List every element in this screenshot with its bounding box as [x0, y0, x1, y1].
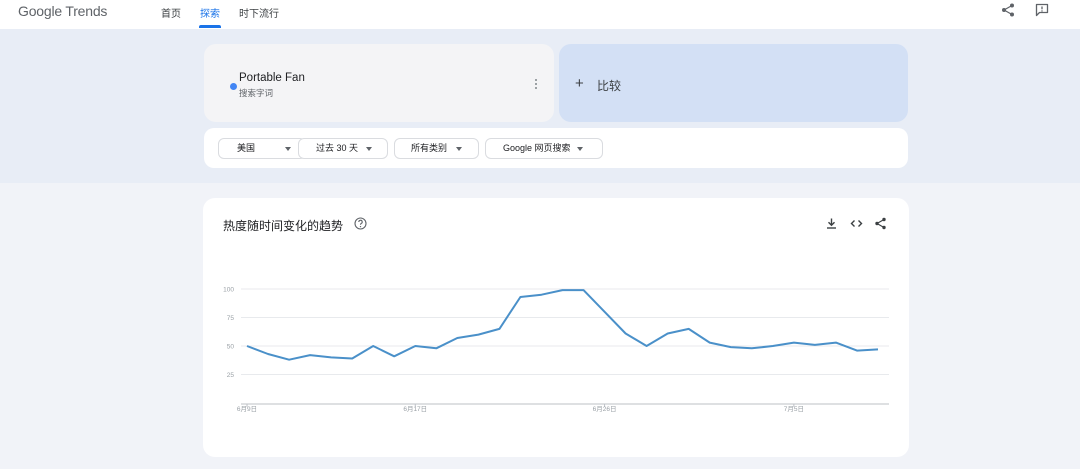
- nav-home[interactable]: 首页: [161, 5, 181, 20]
- add-icon: +: [575, 75, 584, 92]
- region-filter[interactable]: 美国: [218, 138, 306, 159]
- search-term-card[interactable]: Portable Fan 搜索字词: [204, 44, 554, 122]
- nav-explore[interactable]: 探索: [200, 5, 220, 20]
- share-icon[interactable]: [1000, 2, 1016, 18]
- series-line-portable-fan[interactable]: [246, 289, 879, 361]
- time-range-filter[interactable]: 过去 30 天: [298, 138, 388, 159]
- compare-card[interactable]: + 比较: [559, 44, 908, 122]
- category-filter-label: 所有类别: [411, 143, 448, 153]
- term-color-dot: [230, 83, 237, 90]
- x-tick-label: 7月5日: [784, 405, 804, 413]
- x-tick-label: 6月9日: [237, 405, 257, 413]
- interest-over-time-card: 热度随时间变化的趋势 25 50 75 100 6月9日 6月17日 6月26日 7月5日: [203, 198, 909, 457]
- chevron-down-icon: [456, 147, 462, 151]
- google-trends-logo[interactable]: Google Trends: [18, 3, 107, 19]
- term-type: 搜索字词: [239, 88, 274, 98]
- more-vert-icon[interactable]: [531, 77, 541, 91]
- chevron-down-icon: [577, 147, 583, 151]
- region-filter-label: 美国: [237, 143, 256, 153]
- chevron-down-icon: [366, 147, 372, 151]
- interest-line-chart: 25 50 75 100 6月9日 6月17日 6月26日 7月5日: [223, 287, 889, 413]
- search-type-filter[interactable]: Google 网页搜索: [485, 138, 603, 159]
- nav-explore-indicator: [199, 25, 221, 28]
- x-tick-label: 6月26日: [593, 405, 617, 413]
- feedback-icon[interactable]: [1034, 2, 1050, 18]
- top-bar: Google Trends 首页 探索 时下流行: [0, 0, 1080, 29]
- y-tick-label: 100: [223, 287, 234, 294]
- nav-trending[interactable]: 时下流行: [239, 5, 279, 20]
- y-tick-label: 50: [227, 344, 235, 351]
- time-range-filter-label: 过去 30 天: [316, 143, 359, 153]
- chevron-down-icon: [285, 147, 291, 151]
- y-tick-label: 75: [227, 315, 235, 322]
- y-tick-label: 25: [227, 372, 235, 379]
- x-tick-label: 6月17日: [403, 405, 427, 413]
- term-name[interactable]: Portable Fan: [239, 72, 305, 84]
- compare-label: 比较: [597, 79, 622, 93]
- filter-bar: 美国 过去 30 天 所有类别 Google 网页搜索: [204, 128, 908, 168]
- category-filter[interactable]: 所有类别: [394, 138, 479, 159]
- search-type-filter-label: Google 网页搜索: [503, 143, 571, 153]
